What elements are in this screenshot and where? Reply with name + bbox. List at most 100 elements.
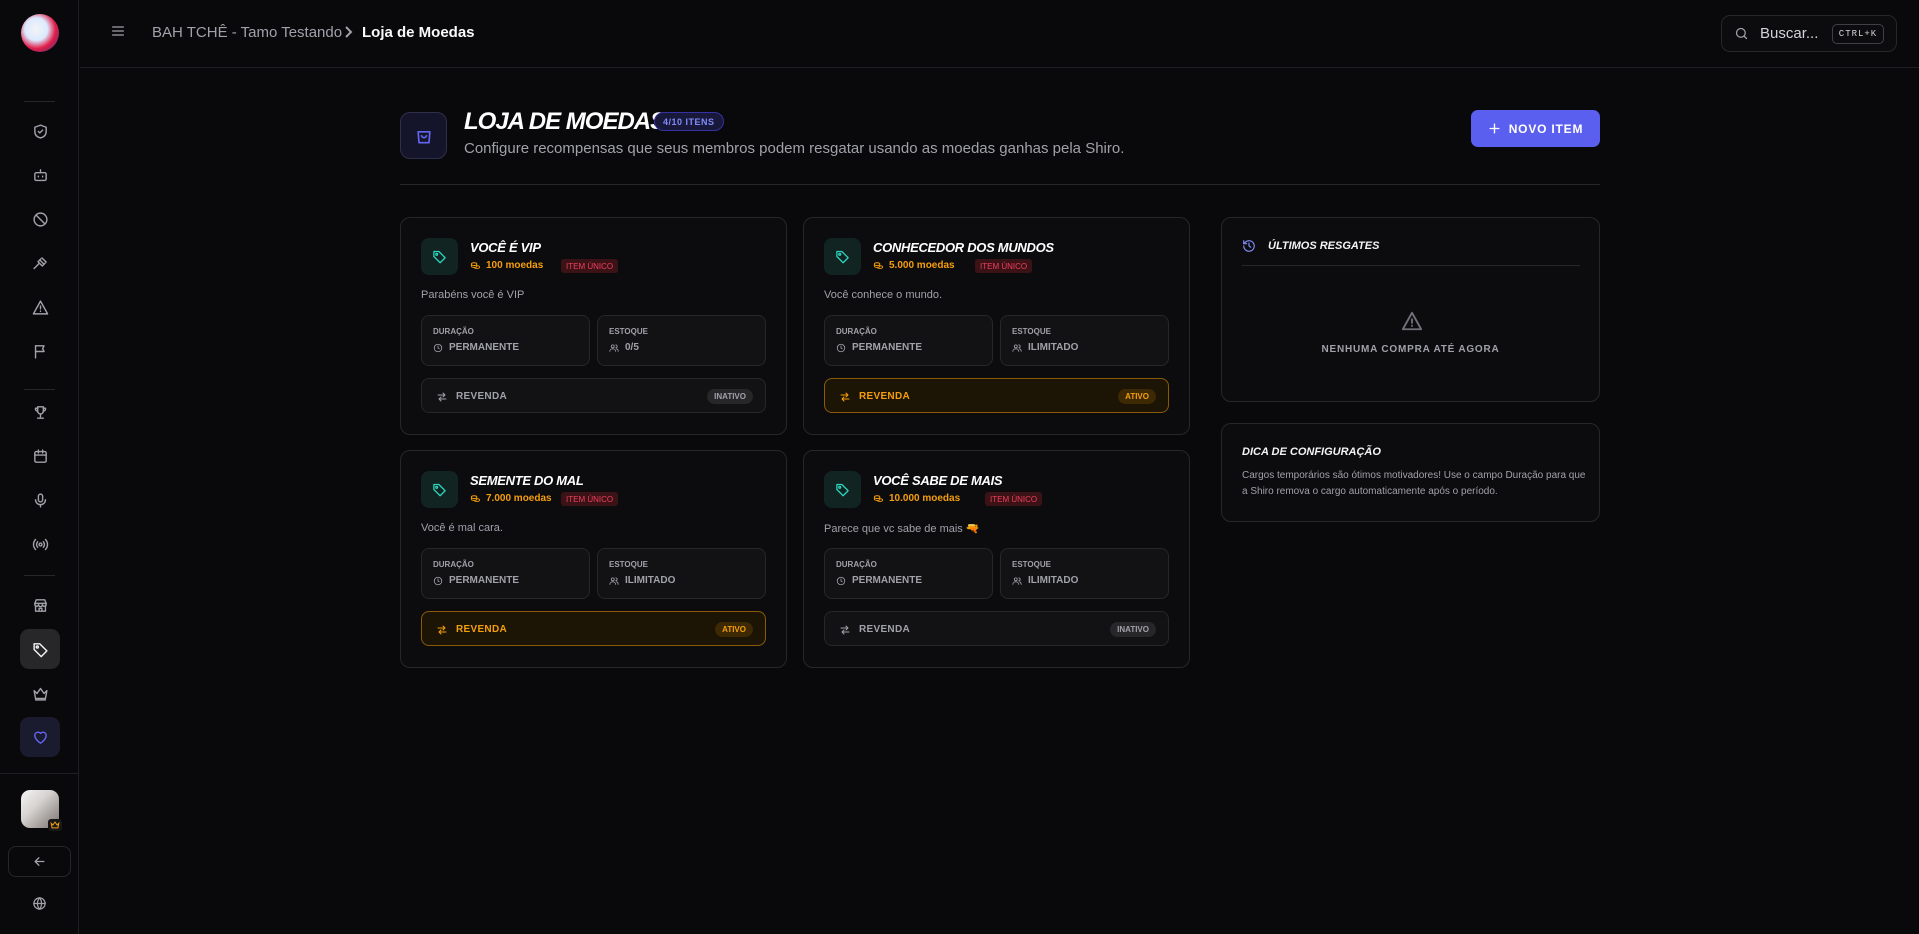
item-description: Você conhece o mundo. <box>824 289 943 301</box>
sidebar-divider <box>24 389 55 390</box>
item-description: Parabéns você é VIP <box>421 289 525 301</box>
item-card[interactable]: VOCÊ É VIP 100 moedas ITEM ÚNICO Parabén… <box>400 217 787 435</box>
resale-label: REVENDA <box>456 624 507 635</box>
swap-icon <box>436 390 448 408</box>
resale-status-badge: ATIVO <box>1118 389 1156 404</box>
sidebar-item-store[interactable] <box>20 585 60 625</box>
config-tip-panel: DICA DE CONFIGURAÇÃO Cargos temporários … <box>1221 423 1600 522</box>
users-icon <box>609 343 619 352</box>
item-price-value: 7.000 moedas <box>486 493 552 504</box>
swap-icon <box>436 623 448 641</box>
resale-toggle[interactable]: REVENDA ATIVO <box>421 611 766 646</box>
globe-icon <box>32 896 46 910</box>
menu-toggle-button[interactable] <box>110 23 130 43</box>
sidebar-item-voice[interactable] <box>20 480 60 520</box>
duration-text: PERMANENTE <box>449 342 520 353</box>
sidebar-item-bot[interactable] <box>20 155 60 195</box>
server-logo[interactable] <box>21 14 59 52</box>
item-price: 100 moedas <box>470 260 543 271</box>
clock-icon <box>433 576 443 585</box>
chevron-right-icon <box>342 25 354 44</box>
item-name: VOCÊ SABE DE MAIS <box>873 473 1003 488</box>
clock-icon <box>433 343 443 352</box>
duration-text: PERMANENTE <box>449 575 520 586</box>
new-item-button[interactable]: NOVO ITEM <box>1471 110 1600 147</box>
resale-label: REVENDA <box>456 391 507 402</box>
tag-icon <box>433 483 446 497</box>
crown-icon <box>32 687 48 701</box>
stock-box: ESTOQUE ILIMITADO <box>1000 548 1169 599</box>
shield-icon <box>33 123 47 139</box>
item-description: Você é mal cara. <box>421 522 503 534</box>
stock-text: ILIMITADO <box>1028 575 1079 586</box>
collapse-sidebar-button[interactable] <box>8 846 71 877</box>
item-name: SEMENTE DO MAL <box>470 473 584 488</box>
sidebar <box>0 0 79 934</box>
language-button[interactable] <box>29 893 49 913</box>
sidebar-item-premium[interactable] <box>20 673 60 713</box>
item-icon <box>824 238 861 275</box>
swap-icon <box>839 623 851 641</box>
users-icon <box>1012 343 1022 352</box>
item-icon <box>824 471 861 508</box>
search-icon <box>1734 26 1749 46</box>
clock-icon <box>836 343 846 352</box>
sidebar-item-bans[interactable] <box>20 199 60 239</box>
sidebar-item-support[interactable] <box>20 717 60 757</box>
sidebar-item-ranking[interactable] <box>20 392 60 432</box>
tag-icon <box>32 642 48 657</box>
empty-state-text: NENHUMA COMPRA ATÉ AGORA <box>1321 344 1500 355</box>
item-card[interactable]: CONHECEDOR DOS MUNDOS 5.000 moedas ITEM … <box>803 217 1190 435</box>
new-item-label: NOVO ITEM <box>1508 121 1584 136</box>
search-box[interactable]: CTRL+K <box>1721 15 1897 52</box>
panel-divider <box>1242 265 1580 266</box>
calendar-icon <box>33 448 47 463</box>
item-name: VOCÊ É VIP <box>470 240 541 255</box>
coins-icon <box>470 262 481 269</box>
resale-toggle[interactable]: REVENDA INATIVO <box>421 378 766 413</box>
unique-item-badge: ITEM ÚNICO <box>975 259 1033 273</box>
stock-value: ILIMITADO <box>1012 342 1078 353</box>
duration-value: PERMANENTE <box>836 342 922 353</box>
item-card[interactable]: SEMENTE DO MAL 7.000 moedas ITEM ÚNICO V… <box>400 450 787 668</box>
breadcrumb-server[interactable]: BAH TCHÊ - Tamo Testando <box>152 24 342 41</box>
resale-toggle[interactable]: REVENDA ATIVO <box>824 378 1169 413</box>
search-shortcut: CTRL+K <box>1832 24 1884 44</box>
topbar: BAH TCHÊ - Tamo Testando Loja de Moedas … <box>80 0 1919 68</box>
sidebar-item-coin-store[interactable] <box>20 629 60 669</box>
recent-redemptions-panel: ÚLTIMOS RESGATES NENHUMA COMPRA ATÉ AGOR… <box>1221 217 1600 402</box>
users-icon <box>609 576 619 585</box>
page-title: LOJA DE MOEDAS <box>464 108 666 135</box>
ban-icon <box>32 211 48 227</box>
duration-box: DURAÇÃO PERMANENTE <box>824 315 993 366</box>
header-divider <box>400 184 1600 185</box>
config-tip-text: Cargos temporários são ótimos motivadore… <box>1242 470 1586 497</box>
coins-icon <box>873 495 884 502</box>
item-price-value: 10.000 moedas <box>889 493 961 504</box>
sidebar-item-events[interactable] <box>20 436 60 476</box>
sidebar-divider <box>24 101 55 102</box>
duration-box: DURAÇÃO PERMANENTE <box>421 548 590 599</box>
resale-status-badge: ATIVO <box>715 622 753 637</box>
sidebar-divider <box>24 575 55 576</box>
stock-label: ESTOQUE <box>609 560 648 569</box>
clock-icon <box>836 576 846 585</box>
sidebar-item-broadcast[interactable] <box>20 524 60 564</box>
sidebar-item-moderation[interactable] <box>20 111 60 151</box>
search-input[interactable] <box>1760 25 1826 42</box>
item-price: 5.000 moedas <box>873 260 955 271</box>
duration-text: PERMANENTE <box>852 575 923 586</box>
resale-toggle[interactable]: REVENDA INATIVO <box>824 611 1169 646</box>
unique-item-badge: ITEM ÚNICO <box>561 259 619 273</box>
duration-label: DURAÇÃO <box>836 327 877 336</box>
sidebar-item-reports[interactable] <box>20 331 60 371</box>
item-icon <box>421 471 458 508</box>
stock-label: ESTOQUE <box>609 327 648 336</box>
sidebar-item-punishments[interactable] <box>20 243 60 283</box>
unique-item-badge: ITEM ÚNICO <box>561 492 619 506</box>
item-card[interactable]: VOCÊ SABE DE MAIS 10.000 moedas ITEM ÚNI… <box>803 450 1190 668</box>
sidebar-item-warnings[interactable] <box>20 287 60 327</box>
recent-redemptions-title: ÚLTIMOS RESGATES <box>1268 240 1380 252</box>
stock-box: ESTOQUE ILIMITADO <box>597 548 766 599</box>
item-price-value: 100 moedas <box>486 260 544 271</box>
